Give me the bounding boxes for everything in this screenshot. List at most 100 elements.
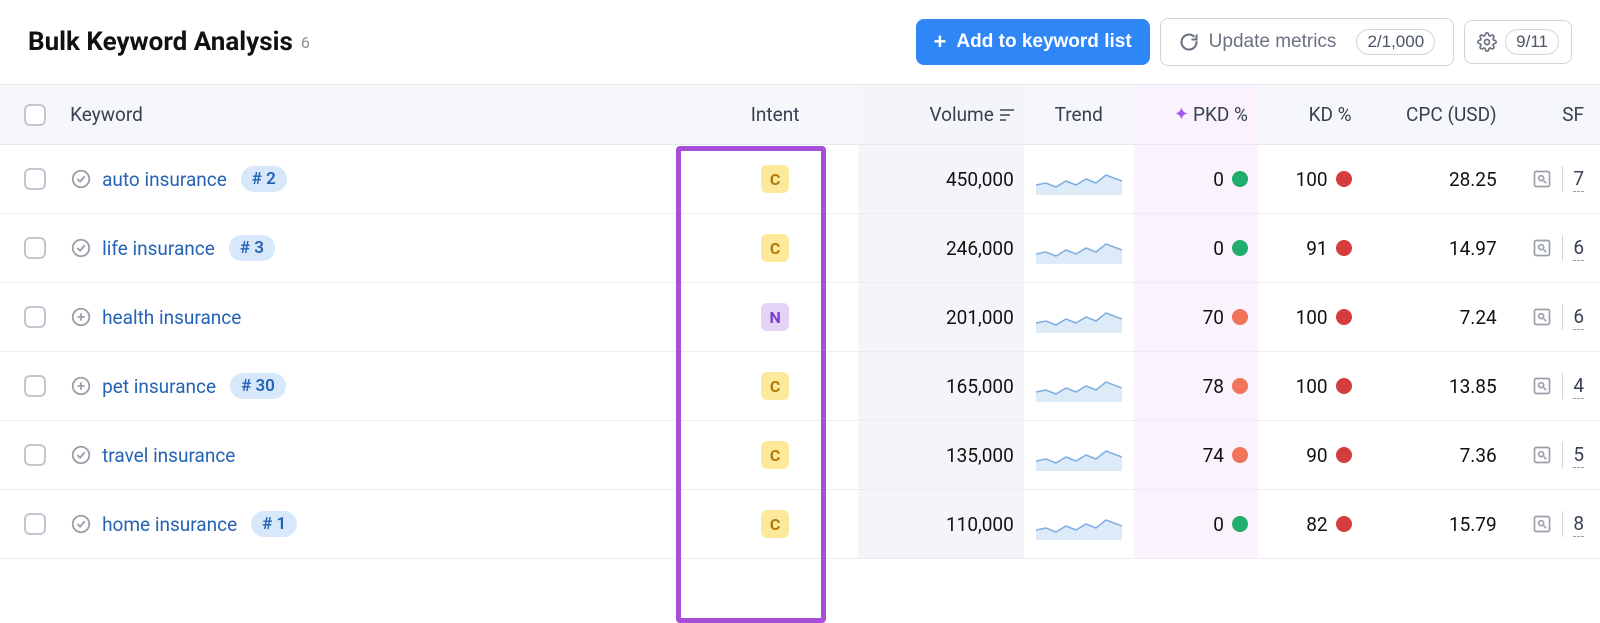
cpc-value: 13.85 (1449, 375, 1497, 398)
update-count-pill: 2/1,000 (1356, 29, 1435, 55)
keyword-link[interactable]: health insurance (102, 306, 241, 329)
trend-sparkline (1036, 439, 1122, 471)
table-row: home insurance# 1C110,00008215.798 (0, 490, 1600, 559)
kd-value: 91 (1306, 237, 1327, 260)
check-circle-icon (70, 237, 92, 259)
check-circle-icon (70, 168, 92, 190)
update-metrics-button[interactable]: Update metrics 2/1,000 (1160, 18, 1455, 66)
kd-value: 100 (1296, 306, 1328, 329)
cpc-value: 14.97 (1449, 237, 1497, 260)
pkd-dot-icon (1232, 171, 1248, 187)
trend-sparkline (1036, 163, 1122, 195)
divider (1562, 511, 1563, 537)
sf-value[interactable]: 6 (1573, 305, 1584, 330)
pkd-dot-icon (1232, 447, 1248, 463)
trend-sparkline (1036, 508, 1122, 540)
col-cpc-header[interactable]: CPC (USD) (1406, 103, 1497, 126)
pkd-value: 78 (1203, 375, 1224, 398)
serp-icon[interactable] (1532, 169, 1552, 189)
keyword-link[interactable]: home insurance (102, 513, 237, 536)
volume-value: 450,000 (946, 168, 1014, 191)
kd-dot-icon (1336, 171, 1352, 187)
serp-icon[interactable] (1532, 514, 1552, 534)
table-row: health insuranceN201,000701007.246 (0, 283, 1600, 352)
row-checkbox[interactable] (24, 306, 46, 328)
col-kd-header[interactable]: KD % (1309, 103, 1352, 126)
pkd-dot-icon (1232, 240, 1248, 256)
cpc-value: 15.79 (1449, 513, 1497, 536)
pkd-dot-icon (1232, 378, 1248, 394)
table-row: auto insurance# 2C450,000010028.257 (0, 145, 1600, 214)
row-checkbox[interactable] (24, 168, 46, 190)
check-circle-icon (70, 513, 92, 535)
intent-badge[interactable]: C (761, 234, 789, 262)
intent-badge[interactable]: C (761, 441, 789, 469)
volume-value: 201,000 (946, 306, 1014, 329)
page-title: Bulk Keyword Analysis (28, 27, 293, 57)
volume-value: 165,000 (946, 375, 1014, 398)
divider (1562, 373, 1563, 399)
plus-circle-icon[interactable] (70, 306, 92, 328)
kd-value: 100 (1296, 168, 1328, 191)
serp-icon[interactable] (1532, 307, 1552, 327)
col-keyword-header[interactable]: Keyword (70, 103, 143, 126)
sparkle-icon: ✦ (1174, 104, 1189, 125)
table-row: travel insuranceC135,00074907.365 (0, 421, 1600, 490)
col-trend-header[interactable]: Trend (1055, 103, 1103, 126)
divider (1562, 235, 1563, 261)
keyword-link[interactable]: travel insurance (102, 444, 235, 467)
sf-value[interactable]: 4 (1573, 374, 1584, 399)
check-circle-icon (70, 444, 92, 466)
col-intent-header[interactable]: Intent (751, 103, 800, 126)
sort-desc-icon (1000, 109, 1014, 121)
kd-value: 90 (1306, 444, 1327, 467)
row-checkbox[interactable] (24, 513, 46, 535)
kd-value: 100 (1296, 375, 1328, 398)
plus-circle-icon[interactable] (70, 375, 92, 397)
volume-value: 246,000 (946, 237, 1014, 260)
plus-icon: + (934, 29, 947, 55)
kd-dot-icon (1336, 309, 1352, 325)
gear-icon (1477, 32, 1497, 52)
sf-value[interactable]: 5 (1573, 443, 1584, 468)
volume-value: 135,000 (946, 444, 1014, 467)
kd-value: 82 (1306, 513, 1327, 536)
add-to-list-button[interactable]: + Add to keyword list (916, 19, 1150, 65)
serp-icon[interactable] (1532, 376, 1552, 396)
row-checkbox[interactable] (24, 237, 46, 259)
intent-badge[interactable]: N (761, 303, 789, 331)
volume-value: 110,000 (946, 513, 1014, 536)
rank-pill: # 30 (230, 373, 286, 399)
select-all-checkbox[interactable] (24, 104, 46, 126)
sf-value[interactable]: 8 (1573, 512, 1584, 537)
table-row: life insurance# 3C246,00009114.976 (0, 214, 1600, 283)
col-volume-header[interactable]: Volume (929, 103, 993, 126)
sf-value[interactable]: 7 (1573, 167, 1584, 192)
pkd-value: 0 (1213, 168, 1224, 191)
row-checkbox[interactable] (24, 444, 46, 466)
intent-badge[interactable]: C (761, 165, 789, 193)
keyword-link[interactable]: auto insurance (102, 168, 227, 191)
row-checkbox[interactable] (24, 375, 46, 397)
pkd-value: 0 (1213, 237, 1224, 260)
col-pkd-header[interactable]: PKD % (1193, 103, 1248, 126)
cpc-value: 28.25 (1449, 168, 1497, 191)
keyword-link[interactable]: pet insurance (102, 375, 216, 398)
kd-dot-icon (1336, 240, 1352, 256)
cpc-value: 7.36 (1460, 444, 1497, 467)
trend-sparkline (1036, 232, 1122, 264)
sf-value[interactable]: 6 (1573, 236, 1584, 261)
add-button-label: Add to keyword list (956, 31, 1131, 53)
pkd-dot-icon (1232, 516, 1248, 532)
divider (1562, 304, 1563, 330)
pkd-value: 70 (1203, 306, 1224, 329)
col-sf-header[interactable]: SF (1562, 103, 1584, 126)
settings-button[interactable]: 9/11 (1464, 20, 1572, 64)
serp-icon[interactable] (1532, 445, 1552, 465)
serp-icon[interactable] (1532, 238, 1552, 258)
intent-badge[interactable]: C (761, 372, 789, 400)
intent-badge[interactable]: C (761, 510, 789, 538)
page-count: 6 (301, 33, 310, 52)
keyword-link[interactable]: life insurance (102, 237, 215, 260)
keyword-table: Keyword Intent Volume Trend ✦ PKD % KD %… (0, 84, 1600, 559)
